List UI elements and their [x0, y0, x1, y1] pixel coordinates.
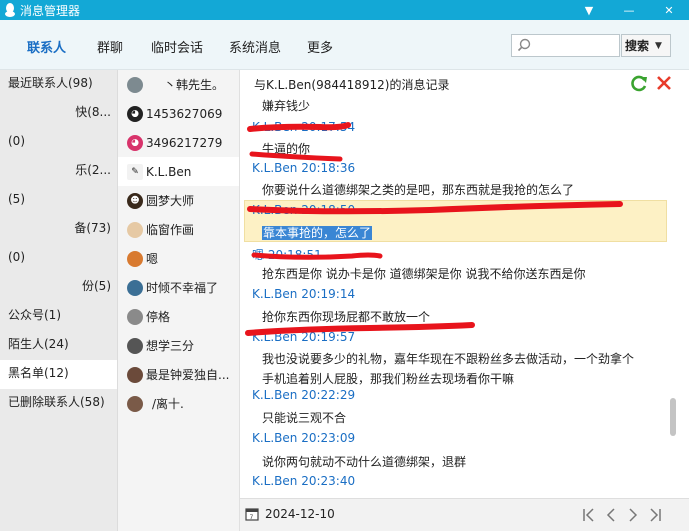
message-meta: K.L.Ben 20:17:54 [252, 120, 356, 134]
tab-system-messages[interactable]: 系统消息 [229, 37, 281, 56]
contact-item[interactable]: 最是钟爱独自... [118, 360, 239, 389]
message-meta: 嗯 20:18:51 [252, 248, 322, 262]
search-button[interactable]: 搜索 ▼ [621, 34, 671, 57]
message-text: 你要说什么道德绑架之类的是吧，那东西就是我抢的怎么了 [262, 183, 575, 197]
date-text[interactable]: 2024-12-10 [265, 507, 335, 521]
contact-item[interactable]: 临窗作画 [118, 215, 239, 244]
contact-item[interactable]: ◕ 3496217279 [118, 128, 239, 157]
avatar [127, 279, 143, 296]
avatar [127, 395, 143, 412]
next-page-icon[interactable] [624, 505, 642, 525]
scrollbar[interactable] [668, 93, 678, 497]
avatar: ✎ [127, 163, 143, 180]
message-meta: K.L.Ben 20:18:50 [252, 203, 356, 217]
message-text: 我也没说要多少的礼物，嘉年华现在不跟粉丝多去做活动，一个劲拿个 [262, 352, 635, 366]
tab-groups[interactable]: 群聊 [97, 37, 123, 56]
category-strangers[interactable]: 陌生人(24) [0, 331, 117, 360]
chevron-down-icon[interactable]: ▼ [655, 41, 662, 51]
message-meta: K.L.Ben 20:19:57 [252, 330, 356, 344]
qq-penguin-icon [0, 0, 20, 20]
search-input[interactable] [536, 37, 616, 54]
first-page-icon[interactable] [580, 505, 598, 525]
window-title: 消息管理器 [20, 3, 81, 18]
minimize-button[interactable]: — [609, 0, 649, 20]
qq-penguin-avatar: ◕ [127, 105, 143, 122]
avatar [127, 366, 143, 383]
contact-list: 丶韩先生。 ◕ 1453627069 ◕ 3496217279 ✎ K.L.Ben ☻… [118, 70, 240, 531]
message-record-panel: 与K.L.Ben(984418912)的消息记录 嫌弃钱少 K.L.Ben 20… [240, 70, 689, 531]
message-meta: K.L.Ben 20:23:09 [252, 431, 356, 445]
avatar [127, 337, 143, 354]
close-icon[interactable] [655, 74, 673, 92]
scrollbar-thumb[interactable] [670, 398, 676, 436]
message-meta: K.L.Ben 20:23:40 [252, 474, 356, 488]
record-title: 与K.L.Ben(984418912)的消息记录 [254, 78, 450, 92]
contact-item[interactable]: 想学三分 [118, 331, 239, 360]
contact-item[interactable]: /离十. [118, 389, 239, 418]
avatar: ◕ [127, 134, 143, 151]
tab-more[interactable]: 更多 [307, 37, 333, 56]
message-text: 牛逼的你 [262, 142, 311, 156]
category-group-7[interactable]: 份(5) [0, 273, 117, 302]
message-meta: K.L.Ben 20:19:14 [252, 287, 356, 301]
category-official-accounts[interactable]: 公众号(1) [0, 302, 117, 331]
avatar [127, 250, 143, 267]
last-page-icon[interactable] [646, 505, 664, 525]
message-text-selected: 靠本事抢的，怎么了 [262, 226, 373, 240]
avatar [127, 308, 143, 325]
contact-item[interactable]: ☻ 圆梦大师 [118, 186, 239, 215]
message-meta: K.L.Ben 20:22:29 [252, 388, 356, 402]
svg-text:7: 7 [250, 514, 254, 521]
contact-item[interactable]: 嗯 [118, 244, 239, 273]
category-list: 最近联系人(98) 快(8... (0) 乐(2... (5) 备(73) (0… [0, 70, 118, 531]
avatar [127, 76, 143, 93]
message-text: 抢你东西你现场屁都不敢放一个 [262, 310, 431, 324]
contact-item[interactable]: ◕ 1453627069 [118, 99, 239, 128]
message-text: 只能说三观不合 [262, 411, 347, 425]
contact-item[interactable]: 时倾不幸福了 [118, 273, 239, 302]
category-group-6[interactable]: (0) [0, 244, 117, 273]
calendar-icon[interactable]: 7 [245, 507, 259, 521]
avatar [127, 221, 143, 238]
message-text: 嫌弃钱少 [262, 99, 311, 113]
message-text: 说你两句就动不动什么道德绑架，退群 [262, 455, 467, 469]
message-meta: K.L.Ben 20:18:36 [252, 161, 356, 175]
category-group-1[interactable]: 快(8... [0, 99, 117, 128]
contact-item[interactable]: 丶韩先生。 [118, 70, 239, 99]
message-list[interactable]: 嫌弃钱少 K.L.Ben 20:17:54 牛逼的你 K.L.Ben 20:18… [240, 93, 689, 497]
dropdown-menu-button[interactable]: ▼ [569, 0, 609, 20]
category-group-3[interactable]: 乐(2... [0, 157, 117, 186]
close-window-button[interactable]: ✕ [649, 0, 689, 20]
category-deleted-contacts[interactable]: 已删除联系人(58) [0, 389, 117, 418]
tab-contacts[interactable]: 联系人 [27, 37, 66, 56]
category-group-4[interactable]: (5) [0, 186, 117, 215]
category-blacklist[interactable]: 黑名单(12) [0, 360, 117, 389]
contact-item-selected[interactable]: ✎ K.L.Ben [118, 157, 239, 186]
title-bar: 消息管理器 ▼ — ✕ [0, 0, 689, 20]
message-text: 手机追着别人屁股，那我们粉丝去现场看你干嘛 [262, 372, 515, 386]
refresh-icon[interactable] [629, 74, 649, 94]
prev-page-icon[interactable] [602, 505, 620, 525]
category-group-2[interactable]: (0) [0, 128, 117, 157]
category-recent-contacts[interactable]: 最近联系人(98) [0, 70, 117, 99]
search-icon [517, 38, 531, 52]
bottom-bar: 7 2024-12-10 [240, 498, 689, 531]
tab-temp-sessions[interactable]: 临时会话 [151, 37, 203, 56]
category-group-5[interactable]: 备(73) [0, 215, 117, 244]
search-button-label: 搜索 [625, 39, 650, 53]
contact-item[interactable]: 停格 [118, 302, 239, 331]
message-text: 抢东西是你 说办卡是你 道德绑架是你 说我不给你送东西是你 [262, 267, 586, 281]
avatar: ☻ [127, 192, 143, 209]
search-box [511, 34, 620, 57]
